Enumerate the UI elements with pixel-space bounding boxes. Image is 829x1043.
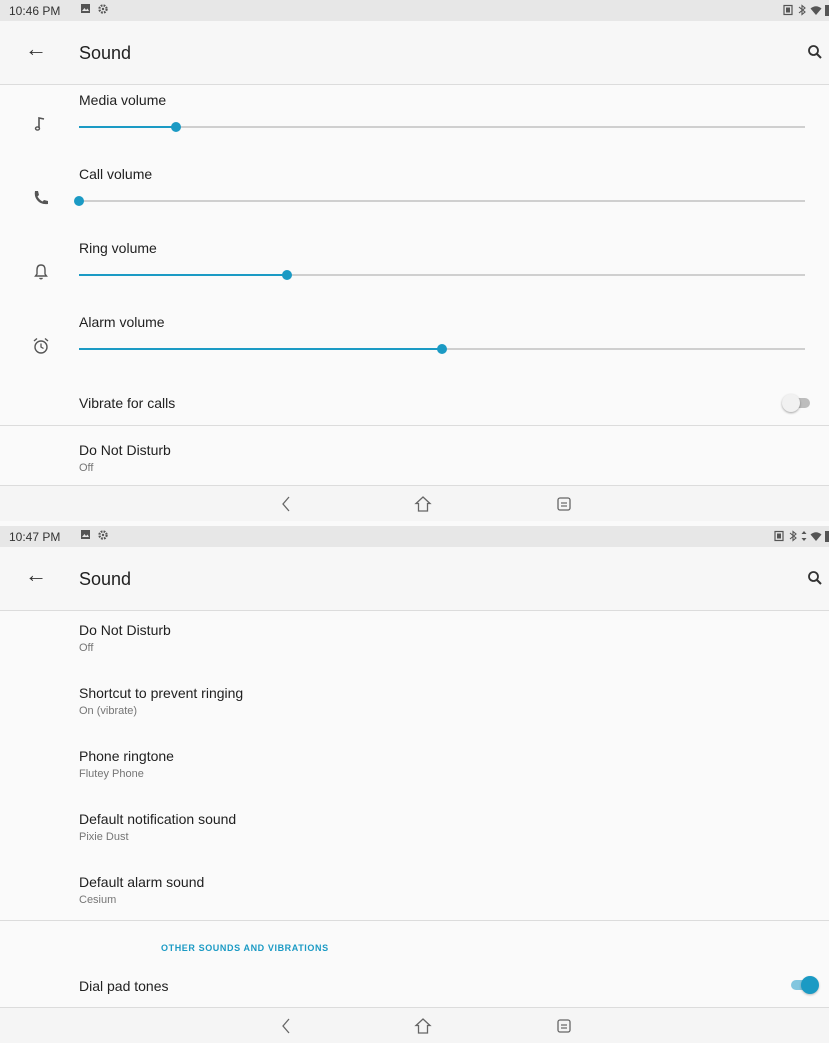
media-volume-fill <box>79 126 177 128</box>
phone-ringtone-value: Flutey Phone <box>79 768 144 780</box>
bluetooth-icon <box>798 4 806 16</box>
alarm-sound-title: Default alarm sound <box>79 874 205 890</box>
do-not-disturb-value: Off <box>79 642 94 654</box>
page-title: Sound <box>79 43 132 63</box>
bluetooth-icon <box>789 530 797 542</box>
battery-icon <box>825 5 829 16</box>
do-not-disturb-title: Do Not Disturb <box>79 622 171 638</box>
dial-pad-tones-label: Dial pad tones <box>79 978 169 994</box>
prevent-ringing-shortcut-title: Shortcut to prevent ringing <box>79 685 244 701</box>
divider <box>0 920 829 921</box>
wifi-icon <box>810 6 822 15</box>
image-notification-icon <box>81 530 90 539</box>
alarm-volume-thumb[interactable] <box>437 344 447 354</box>
recents-nav-icon[interactable] <box>556 1017 572 1035</box>
home-nav-icon[interactable] <box>414 1017 432 1035</box>
ring-volume-thumb[interactable] <box>281 270 292 280</box>
do-not-disturb-row[interactable]: Do Not Disturb Off <box>0 622 829 662</box>
back-arrow-icon[interactable]: ← <box>25 38 47 60</box>
vibrate-for-calls-row[interactable]: Vibrate for calls <box>0 393 829 425</box>
vibrate-for-calls-label: Vibrate for calls <box>79 395 176 411</box>
other-sounds-section-header: OTHER SOUNDS AND VIBRATIONS <box>161 943 329 953</box>
call-volume-track[interactable] <box>74 196 805 206</box>
app-bar: ← Sound <box>0 21 829 85</box>
notification-sound-title: Default notification sound <box>79 811 237 827</box>
notification-sound-value: Pixie Dust <box>79 831 129 843</box>
call-volume-label: Call volume <box>79 166 153 182</box>
alarm-volume-label: Alarm volume <box>79 314 165 330</box>
wifi-icon <box>810 532 822 541</box>
ring-volume-slider[interactable]: Ring volume <box>0 240 829 312</box>
phone-ringtone-title: Phone ringtone <box>79 748 174 764</box>
status-bar: 10:47 PM <box>0 526 829 547</box>
media-volume-track[interactable] <box>79 122 805 132</box>
back-nav-icon[interactable] <box>280 495 292 513</box>
vibrate-mode-icon <box>783 4 793 16</box>
alarm-clock-icon <box>33 337 49 354</box>
dial-pad-tones-row[interactable]: Dial pad tones <box>0 975 829 1004</box>
alarm-volume-track[interactable] <box>79 344 805 354</box>
media-volume-slider[interactable]: Media volume <box>0 92 829 164</box>
vibrate-mode-icon <box>774 530 784 542</box>
bell-icon <box>34 264 48 280</box>
call-volume-slider[interactable]: Call volume <box>0 166 829 238</box>
page-title: Sound <box>79 569 132 589</box>
do-not-disturb-value: Off <box>79 462 94 474</box>
settings-notification-icon <box>98 530 108 540</box>
notification-sound-row[interactable]: Default notification sound Pixie Dust <box>0 811 829 851</box>
prevent-ringing-shortcut-row[interactable]: Shortcut to prevent ringing On (vibrate) <box>0 685 829 725</box>
alarm-volume-slider[interactable]: Alarm volume <box>0 314 829 386</box>
alarm-volume-fill <box>79 348 442 350</box>
settings-screen-1: 10:46 PM ← Sound Media volume Call volum… <box>0 0 829 521</box>
ring-volume-fill <box>79 274 287 276</box>
navigation-bar <box>0 486 829 521</box>
alarm-sound-value: Cesium <box>79 894 117 906</box>
settings-notification-icon <box>98 4 108 14</box>
do-not-disturb-row[interactable]: Do Not Disturb Off <box>0 442 829 482</box>
toggle-thumb <box>782 394 800 412</box>
call-volume-thumb[interactable] <box>74 196 84 206</box>
status-time: 10:47 PM <box>9 530 61 544</box>
recents-nav-icon[interactable] <box>556 495 572 513</box>
search-icon[interactable] <box>807 44 823 60</box>
ring-volume-label: Ring volume <box>79 240 157 256</box>
divider <box>0 425 829 426</box>
app-bar: ← Sound <box>0 547 829 611</box>
back-nav-icon[interactable] <box>280 1017 292 1035</box>
do-not-disturb-title: Do Not Disturb <box>79 442 171 458</box>
data-transfer-icon <box>801 531 807 541</box>
settings-screen-2: 10:47 PM ← Sound Do Not Disturb Off Shor… <box>0 526 829 1043</box>
media-volume-label: Media volume <box>79 92 167 108</box>
home-nav-icon[interactable] <box>414 495 432 513</box>
back-arrow-icon[interactable]: ← <box>25 564 47 586</box>
image-notification-icon <box>81 4 90 13</box>
status-time: 10:46 PM <box>9 4 61 18</box>
toggle-thumb <box>801 976 819 994</box>
music-note-icon <box>34 117 45 131</box>
phone-icon <box>34 191 48 205</box>
status-bar: 10:46 PM <box>0 0 829 21</box>
media-volume-thumb[interactable] <box>171 122 182 132</box>
prevent-ringing-shortcut-value: On (vibrate) <box>79 705 138 717</box>
navigation-bar <box>0 1008 829 1043</box>
dial-pad-tones-toggle[interactable] <box>791 975 819 995</box>
battery-icon <box>825 531 829 542</box>
vibrate-for-calls-toggle[interactable] <box>782 393 810 413</box>
ring-volume-track[interactable] <box>79 270 805 280</box>
phone-ringtone-row[interactable]: Phone ringtone Flutey Phone <box>0 748 829 788</box>
search-icon[interactable] <box>807 570 823 586</box>
alarm-sound-row[interactable]: Default alarm sound Cesium <box>0 874 829 914</box>
